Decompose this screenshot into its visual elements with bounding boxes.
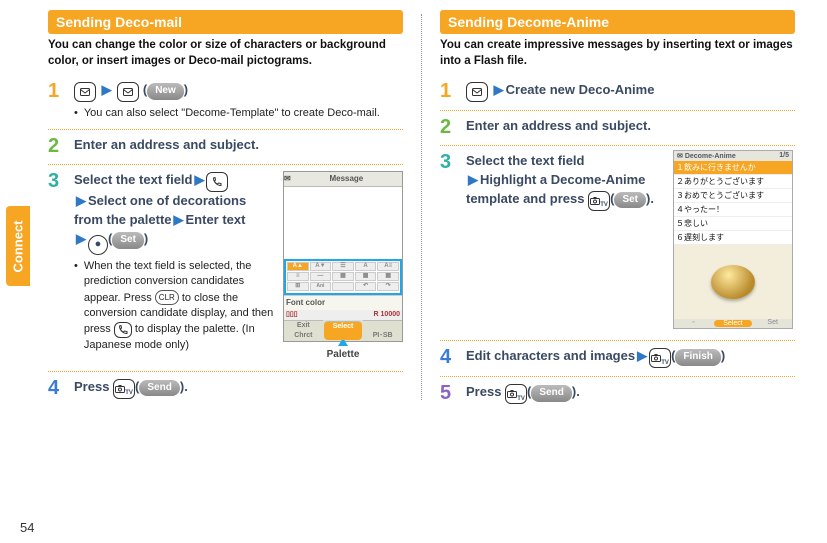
template-preview (674, 245, 792, 319)
separator (48, 164, 403, 165)
arrow-icon: ▶ (635, 348, 649, 363)
left-column: Sending Deco-mail You can change the col… (48, 10, 403, 404)
step-number: 1 (48, 81, 66, 121)
left-step-2: 2 Enter an address and subject. (48, 136, 403, 156)
step-number: 4 (440, 347, 458, 368)
message-area (284, 187, 402, 259)
step-number: 3 (440, 152, 458, 332)
arrow-icon: ▶ (74, 193, 88, 208)
left-step-3: 3 Select the text field▶ ▶Select one of … (48, 171, 403, 362)
mail-icon (117, 82, 139, 102)
arrow-icon: ▶ (492, 82, 506, 97)
ring-icon (711, 265, 755, 299)
step3-line2b: Enter text (186, 212, 246, 227)
arrow-icon: ▶ (100, 82, 114, 97)
separator (440, 110, 795, 111)
palette-grid: A▲A▼☰AA≡ ≡―▦▦▦ ⊞Ani↶↷ (284, 259, 402, 295)
camera-key-icon: TV (113, 379, 135, 399)
mail-icon (74, 82, 96, 102)
softkey-send: Send (531, 385, 571, 402)
r-step2-text: Enter an address and subject. (466, 117, 795, 137)
step-number: 3 (48, 171, 66, 362)
softkey-finish: Finish (675, 349, 720, 366)
left-step-1: 1 ▶ (New) You can also select "Decome-Te… (48, 81, 403, 121)
camera-key-icon: TV (588, 191, 610, 211)
step-number: 5 (440, 383, 458, 404)
step-number: 2 (440, 117, 458, 137)
page: Sending Deco-mail You can change the col… (0, 0, 827, 404)
left-intro: You can change the color or size of char… (48, 38, 403, 69)
step1-note: You can also select "Decome-Template" to… (84, 106, 380, 121)
arrow-icon: ▶ (172, 212, 186, 227)
right-step-4: 4 Edit characters and images▶TV(Finish) (440, 347, 795, 368)
right-step-2: 2 Enter an address and subject. (440, 117, 795, 137)
template-figure: ✉ Decome-Anime1/5 １飲みに行きませんか ２ありがとうございます… (673, 150, 793, 329)
softkey-set: Set (112, 232, 144, 249)
right-step-1: 1 ▶Create new Deco-Anime (440, 81, 795, 102)
softkey-bar: ExitChrct Select PI･SB (284, 320, 402, 341)
center-key-icon: ● (88, 235, 108, 255)
figure-caption: Palette (283, 348, 403, 363)
left-step-4: 4 Press TV(Send). (48, 378, 403, 399)
call-key-icon (206, 172, 228, 192)
page-number: 54 (20, 520, 34, 535)
step-number: 2 (48, 136, 66, 156)
separator (48, 371, 403, 372)
arrow-icon: ▶ (192, 172, 206, 187)
right-column: Sending Decome-Anime You can create impr… (440, 10, 795, 404)
softkey-send: Send (139, 380, 179, 397)
step-number: 4 (48, 378, 66, 399)
arrow-icon: ▶ (74, 231, 88, 246)
softkey-set: Set (614, 192, 646, 209)
right-title: Sending Decome-Anime (440, 10, 795, 34)
step3-line1a: Select the text field (74, 172, 192, 187)
clr-key: CLR (155, 290, 179, 305)
r-step4-text: Edit characters and images (466, 348, 635, 363)
status-bar: ▯▯▯R 10000 (284, 310, 402, 320)
separator (440, 340, 795, 341)
call-key-icon (114, 322, 132, 338)
separator (440, 376, 795, 377)
r-step1-text: Create new Deco-Anime (506, 82, 655, 97)
softkey-new: New (147, 83, 184, 100)
right-step-3: 3 Select the text field ▶Highlight a Dec… (440, 152, 795, 332)
separator (48, 129, 403, 130)
palette-figure: ✉Message A▲A▼☰AA≡ ≡―▦▦▦ ⊞Ani↶↷ Font colo… (283, 171, 403, 362)
column-divider (421, 14, 422, 400)
arrow-icon: ▶ (466, 172, 480, 187)
mail-icon (466, 82, 488, 102)
step3-note: When the text field is selected, the pre… (84, 259, 275, 353)
palette-label: Font color (284, 295, 402, 310)
left-title: Sending Deco-mail (48, 10, 403, 34)
camera-key-icon: TV (505, 384, 527, 404)
separator (440, 145, 795, 146)
right-step-5: 5 Press TV(Send). (440, 383, 795, 404)
camera-key-icon: TV (649, 348, 671, 368)
softkey-bar: ◦SelectSet (674, 319, 792, 328)
step2-text: Enter an address and subject. (74, 136, 403, 156)
template-list: １飲みに行きませんか ２ありがとうございます ３おめでとうございます ４やったー… (674, 161, 792, 245)
right-intro: You can create impressive messages by in… (440, 38, 795, 69)
screen-title: ✉Message (284, 172, 402, 187)
r-step3-line1: Select the text field (466, 153, 584, 168)
step-number: 1 (440, 81, 458, 102)
